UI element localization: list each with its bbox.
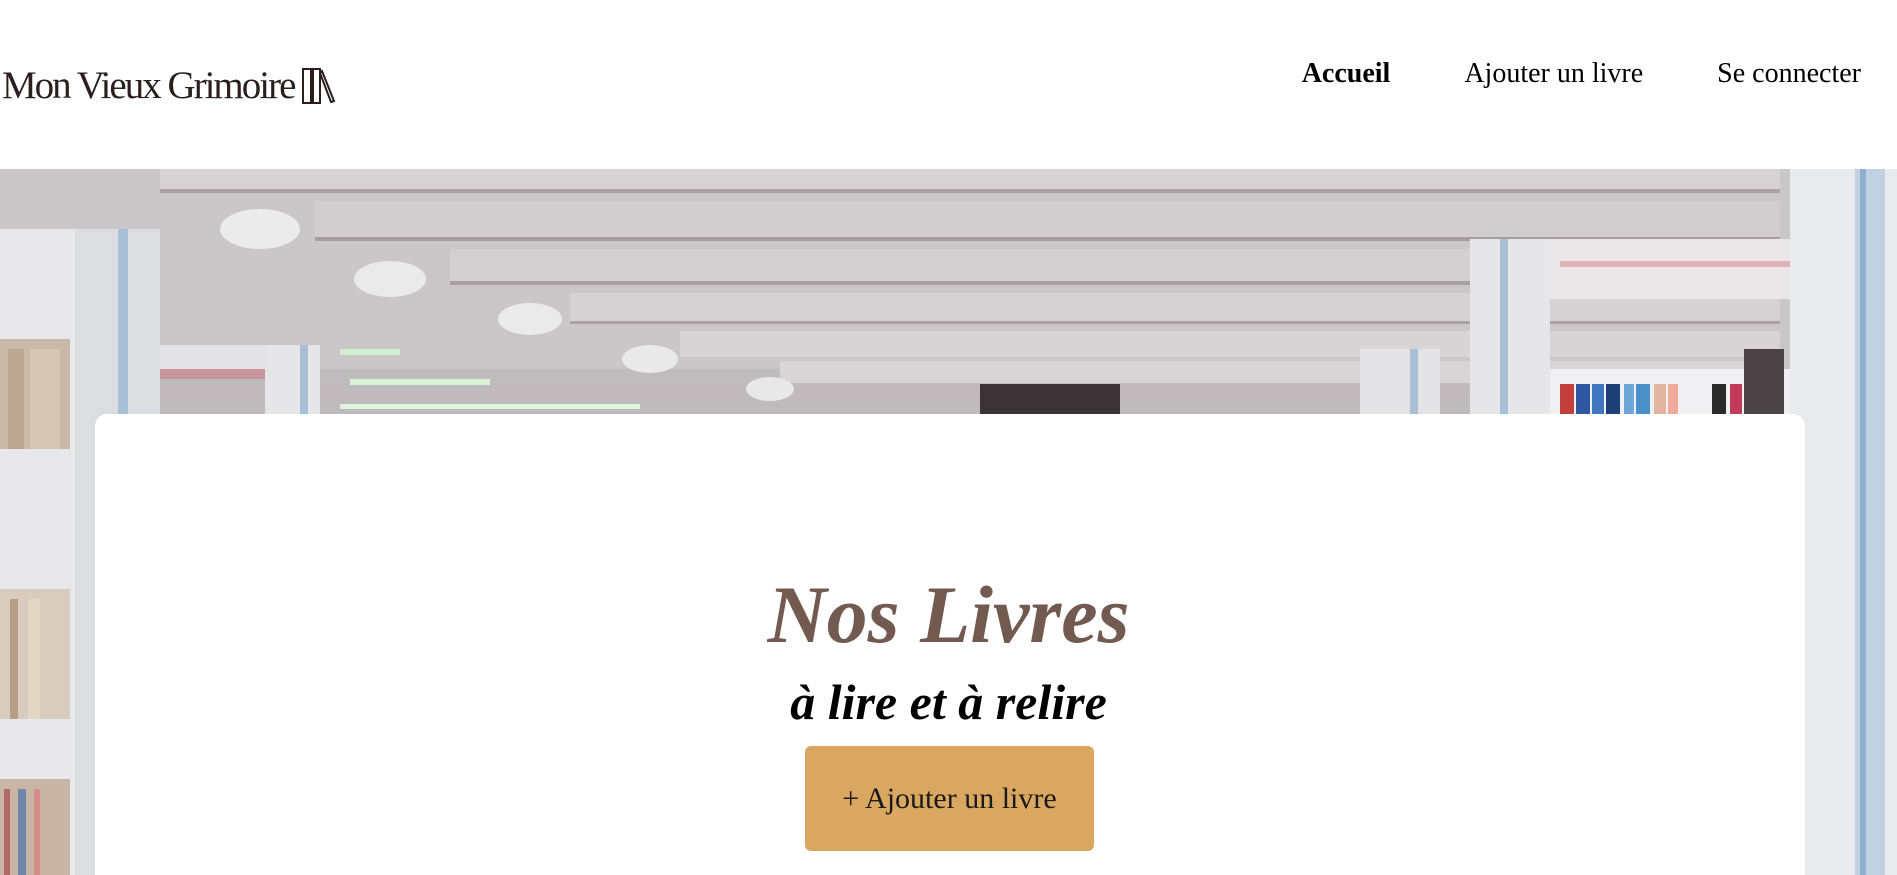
nav-item-accueil[interactable]: Accueil <box>1302 54 1391 94</box>
logo[interactable]: Mon Vieux Grimoire <box>2 60 336 110</box>
books-icon <box>302 65 336 105</box>
logo-text: Mon Vieux Grimoire <box>2 63 296 107</box>
add-book-button[interactable]: + Ajouter un livre <box>805 746 1094 851</box>
page-subtitle: à lire et à relire <box>790 674 1107 730</box>
site-header: Mon Vieux Grimoire Accueil Ajouter un li… <box>0 0 1897 169</box>
page-title: Nos Livres <box>767 569 1130 660</box>
nav-item-ajouter-livre[interactable]: Ajouter un livre <box>1464 54 1643 94</box>
nav-item-se-connecter[interactable]: Se connecter <box>1717 54 1861 94</box>
main-nav: Accueil Ajouter un livre Se connecter <box>1228 54 1861 94</box>
